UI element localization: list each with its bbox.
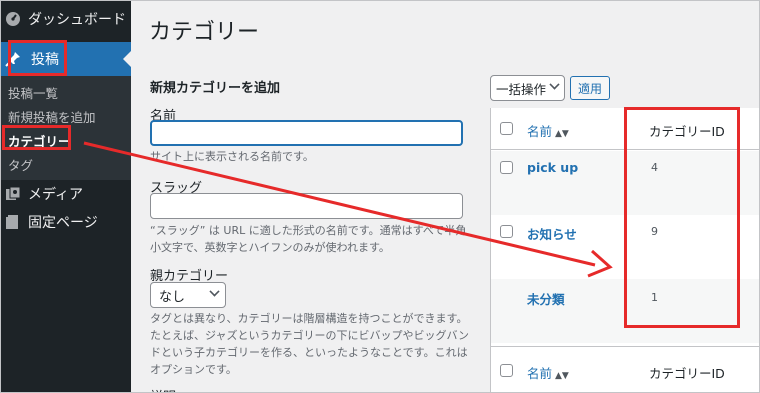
bulk-action-value: 一括操作 <box>496 81 547 97</box>
dashboard-gauge-icon <box>1 11 25 27</box>
highlight-box-category-id-column <box>624 107 740 328</box>
bulk-action-select[interactable]: 一括操作 <box>490 75 565 101</box>
category-name-link[interactable]: お知らせ <box>527 224 577 243</box>
select-all-checkbox[interactable] <box>500 122 513 135</box>
submenu-add-new-post[interactable]: 新規投稿を追加 <box>8 107 96 126</box>
apply-button[interactable]: 適用 <box>570 76 610 100</box>
sort-arrows-icon: ▲▼ <box>555 129 569 139</box>
row-checkbox[interactable] <box>500 225 513 238</box>
menu-pages-label: 固定ページ <box>28 215 98 231</box>
sort-arrows-icon: ▲▼ <box>555 371 569 381</box>
highlight-box-posts <box>8 40 67 76</box>
page-icon <box>1 214 25 230</box>
slug-help-text: “スラッグ” は URL に適した形式の名前です。通常はすべて半角小文字で、英数… <box>150 224 467 254</box>
name-help-text: サイト上に表示される名前です。 <box>150 150 314 163</box>
category-id-column-footer: カテゴリーID <box>649 366 725 381</box>
menu-media-label: メディア <box>28 187 84 203</box>
name-column-header[interactable]: 名前 ▲▼ <box>527 121 569 140</box>
chevron-down-icon <box>209 286 220 297</box>
add-category-heading: 新規カテゴリーを追加 <box>150 81 281 96</box>
row-checkbox[interactable] <box>500 161 513 174</box>
parent-category-select[interactable]: なし <box>150 282 226 308</box>
submenu-tags[interactable]: タグ <box>8 155 33 174</box>
name-input[interactable] <box>150 120 463 146</box>
page-title: カテゴリー <box>149 20 260 45</box>
parent-help-text: タグとは異なり、カテゴリーは階層構造を持つことができます。たとえば、ジャズという… <box>150 312 469 376</box>
table-footer: 名前 ▲▼ カテゴリーID <box>491 346 760 393</box>
category-name-link[interactable]: pick up <box>527 160 578 175</box>
name-column-footer-label: 名前 <box>527 366 553 381</box>
chevron-down-icon <box>549 79 560 90</box>
description-label: 説明 <box>150 386 176 393</box>
category-name-link[interactable]: 未分類 <box>527 289 565 308</box>
name-column-label: 名前 <box>527 124 553 139</box>
select-all-checkbox-footer[interactable] <box>500 364 513 377</box>
highlight-box-categories <box>2 125 71 150</box>
menu-pages[interactable]: 固定ページ <box>0 205 131 239</box>
slug-input[interactable] <box>150 193 463 219</box>
parent-category-value: なし <box>159 289 186 305</box>
submenu-all-posts[interactable]: 投稿一覧 <box>8 83 58 102</box>
name-column-footer[interactable]: 名前 ▲▼ <box>527 363 569 382</box>
menu-dashboard-label: ダッシュボード <box>28 12 126 28</box>
menu-dashboard[interactable]: ダッシュボード <box>0 2 131 36</box>
media-icon <box>1 186 25 202</box>
